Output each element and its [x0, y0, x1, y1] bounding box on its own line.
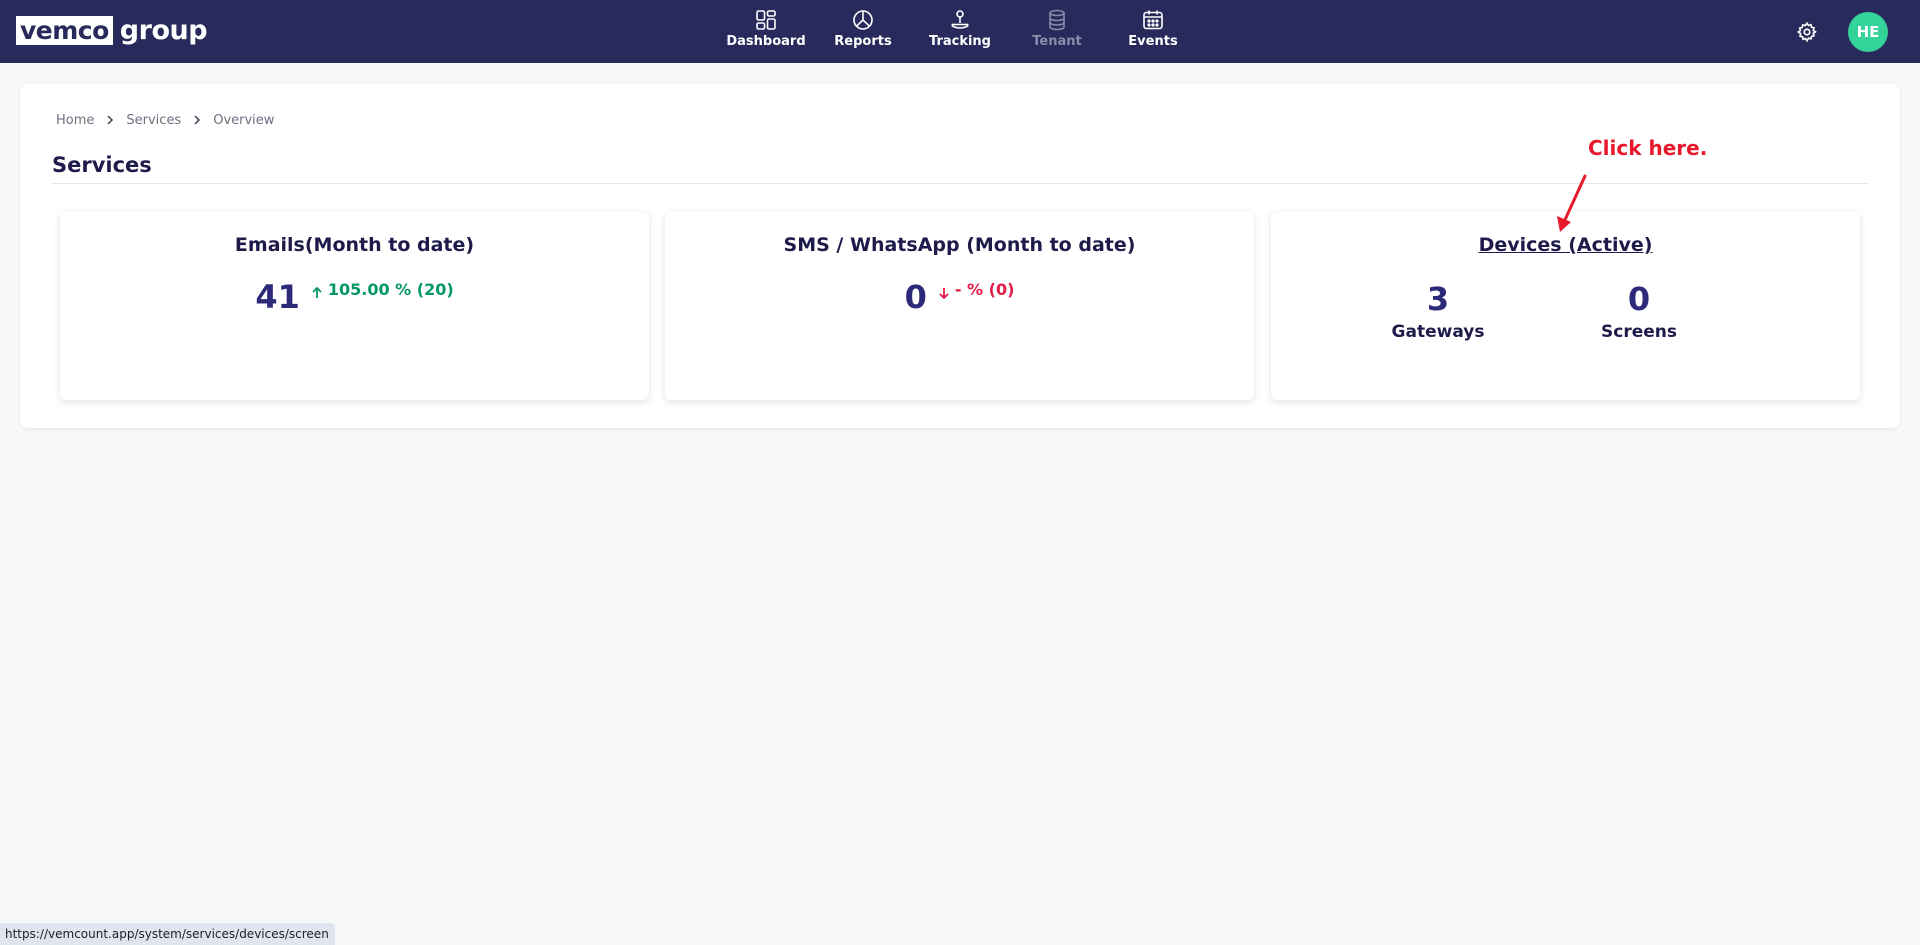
title-divider: [52, 183, 1868, 184]
emails-card: Emails(Month to date) 41 105.00 % (20): [60, 212, 649, 400]
sms-card: SMS / WhatsApp (Month to date) 0 - % (0): [665, 212, 1254, 400]
brand-logo[interactable]: vemco group: [16, 15, 208, 46]
sms-trend: - % (0): [937, 280, 1015, 300]
breadcrumb-overview: Overview: [213, 112, 275, 128]
user-avatar[interactable]: HE: [1848, 12, 1888, 52]
page-title: Services: [52, 153, 152, 177]
gateways-count: 3: [1426, 280, 1450, 318]
emails-trend: 105.00 % (20): [310, 280, 454, 300]
gear-icon[interactable]: [1796, 21, 1818, 43]
dashboard-icon: [756, 10, 776, 30]
nav-label-events: Events: [1128, 34, 1178, 49]
arrow-up-icon: [312, 286, 322, 298]
nav-label-reports: Reports: [834, 34, 892, 49]
sms-count: 0: [904, 278, 927, 316]
screens-stat: 0 Screens: [1569, 280, 1709, 342]
nav-label-dashboard: Dashboard: [726, 34, 806, 49]
logo-plain-text: group: [119, 15, 208, 46]
breadcrumb-home[interactable]: Home: [56, 113, 94, 128]
chevron-right-icon: [193, 115, 201, 125]
gateways-stat: 3 Gateways: [1368, 280, 1508, 342]
location-pin-icon: [951, 10, 969, 29]
logo-boxed-text: vemco: [16, 16, 113, 45]
emails-trend-text: 105.00 % (20): [327, 280, 454, 299]
nav-label-tenant: Tenant: [1032, 34, 1082, 49]
devices-card: Devices (Active) 3 Gateways 0 Screens: [1271, 212, 1860, 400]
chevron-right-icon: [106, 115, 114, 125]
devices-active-link[interactable]: Devices (Active): [1271, 234, 1860, 256]
annotation-arrow-icon: [1557, 174, 1587, 232]
status-bar-url: https://vemcount.app/system/services/dev…: [0, 923, 335, 945]
sms-stat-row: 0 - % (0): [665, 278, 1254, 316]
sms-trend-text: - % (0): [954, 280, 1015, 299]
sms-card-title: SMS / WhatsApp (Month to date): [783, 234, 1136, 256]
nav-item-dashboard[interactable]: Dashboard: [724, 8, 808, 56]
nav-label-tracking: Tracking: [929, 34, 991, 49]
pie-chart-icon: [853, 10, 873, 30]
nav-item-events[interactable]: Events: [1111, 8, 1195, 56]
gateways-label: Gateways: [1391, 322, 1485, 342]
breadcrumb: Home Services Overview: [56, 112, 274, 128]
emails-card-title: Emails(Month to date): [234, 234, 475, 256]
screens-count: 0: [1627, 280, 1651, 318]
emails-stat-row: 41 105.00 % (20): [60, 278, 649, 316]
top-nav-bar: vemco group Dashboard Reports Tracking T…: [0, 0, 1920, 63]
nav-item-tenant[interactable]: Tenant: [1015, 8, 1099, 56]
breadcrumb-services[interactable]: Services: [126, 113, 181, 128]
calendar-icon: [1143, 10, 1163, 30]
nav-item-reports[interactable]: Reports: [821, 8, 905, 56]
nav-item-tracking[interactable]: Tracking: [918, 8, 1002, 56]
database-icon: [1049, 9, 1065, 31]
arrow-down-icon: [939, 288, 949, 300]
emails-count: 41: [255, 278, 300, 316]
screens-label: Screens: [1601, 322, 1677, 342]
annotation-text: Click here.: [1588, 136, 1708, 160]
